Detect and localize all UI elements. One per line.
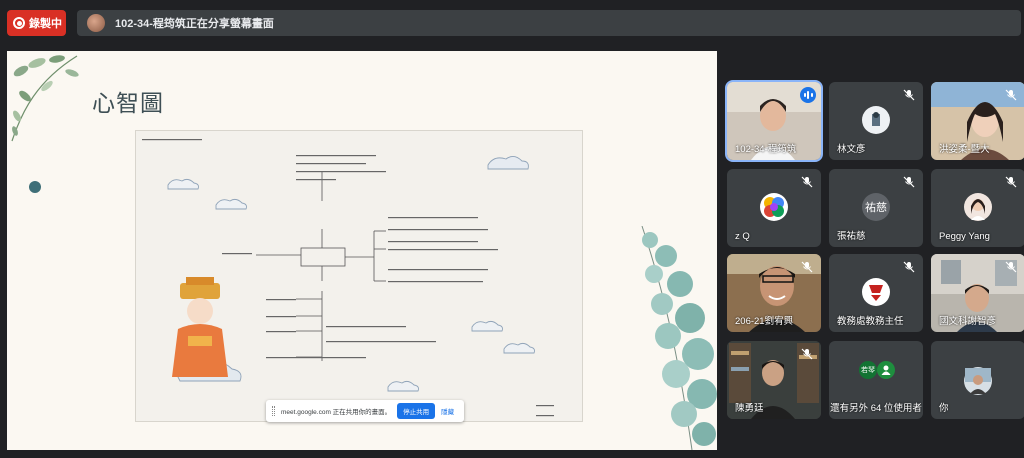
participant-tile[interactable]: 洪姿柔-暨大	[931, 82, 1024, 160]
mic-off-icon	[801, 348, 813, 360]
recording-label: 錄製中	[29, 18, 62, 30]
participant-tile[interactable]: 206-21劉宥興	[727, 254, 821, 332]
avatar	[964, 193, 992, 221]
participant-tile[interactable]: 林文彥	[829, 82, 923, 160]
person-icon	[877, 361, 895, 379]
participant-tile[interactable]: 102-34-程筠筑	[725, 80, 823, 162]
participant-name: 張祐慈	[837, 231, 866, 242]
avatar	[964, 367, 992, 395]
mic-off-icon	[1005, 261, 1017, 273]
participant-name: 102-34-程筠筑	[735, 144, 797, 155]
avatar	[862, 278, 890, 306]
decorative-dot	[29, 181, 41, 193]
screen-share-notice: meet.google.com 正在共用你的畫面。 停止共用 隱藏	[266, 400, 464, 422]
participant-tile[interactable]: Peggy Yang	[931, 169, 1024, 247]
speaking-indicator-icon	[800, 87, 816, 103]
mic-off-icon	[801, 176, 813, 188]
mic-off-icon	[903, 176, 915, 188]
participant-name: 國文科謝智彥	[939, 316, 997, 327]
slide-title: 心智圖	[92, 91, 164, 117]
mic-off-icon	[1005, 176, 1017, 188]
participant-tile[interactable]: 陳勇廷	[727, 341, 821, 419]
mic-off-icon	[903, 89, 915, 101]
recording-badge[interactable]: 錄製中	[7, 10, 66, 36]
avatar: 祐慈	[862, 193, 890, 221]
mic-off-icon	[903, 261, 915, 273]
presenter-text: 102-34-程筠筑正在分享螢幕畫面	[115, 18, 274, 30]
hide-notice-button[interactable]: 隱藏	[441, 406, 454, 416]
mind-map-image	[135, 130, 583, 422]
participant-name: 陳勇廷	[735, 403, 764, 414]
self-tile[interactable]: 你	[931, 341, 1024, 419]
participant-name: z Q	[735, 231, 750, 242]
presenter-bar: 102-34-程筠筑正在分享螢幕畫面	[77, 10, 1021, 36]
mic-off-icon	[1005, 89, 1017, 101]
stop-sharing-button[interactable]: 停止共用	[397, 403, 436, 419]
participant-tile[interactable]: 國文科謝智彥	[931, 254, 1024, 332]
avatar: 若琴	[859, 361, 877, 379]
mic-off-icon	[801, 261, 813, 273]
participant-name: 還有另外 64 位使用者	[830, 403, 922, 414]
participant-name: 林文彥	[837, 144, 866, 155]
drag-handle-icon[interactable]	[272, 406, 275, 416]
overflow-participants-tile[interactable]: 若琴 還有另外 64 位使用者	[829, 341, 923, 419]
participant-tile[interactable]: z Q	[727, 169, 821, 247]
participant-name: 洪姿柔-暨大	[939, 144, 990, 155]
participant-name: 你	[939, 403, 949, 414]
participant-tile[interactable]: 教務處教務主任	[829, 254, 923, 332]
participant-name: Peggy Yang	[939, 231, 990, 242]
participant-name: 教務處教務主任	[837, 316, 904, 327]
share-notice-text: meet.google.com 正在共用你的畫面。	[281, 409, 392, 416]
record-icon	[13, 17, 25, 29]
participant-tile[interactable]: 祐慈 張祐慈	[829, 169, 923, 247]
avatar	[760, 193, 788, 221]
participant-name: 206-21劉宥興	[735, 316, 794, 327]
avatar	[862, 106, 890, 134]
leaf-decoration-icon	[11, 55, 79, 142]
shared-screen: 心智圖 meet.google.com 正在共用你的畫面。 停止共用 隱藏	[7, 51, 717, 450]
eucalyptus-decoration-icon	[641, 226, 717, 450]
presenter-avatar	[87, 14, 105, 32]
